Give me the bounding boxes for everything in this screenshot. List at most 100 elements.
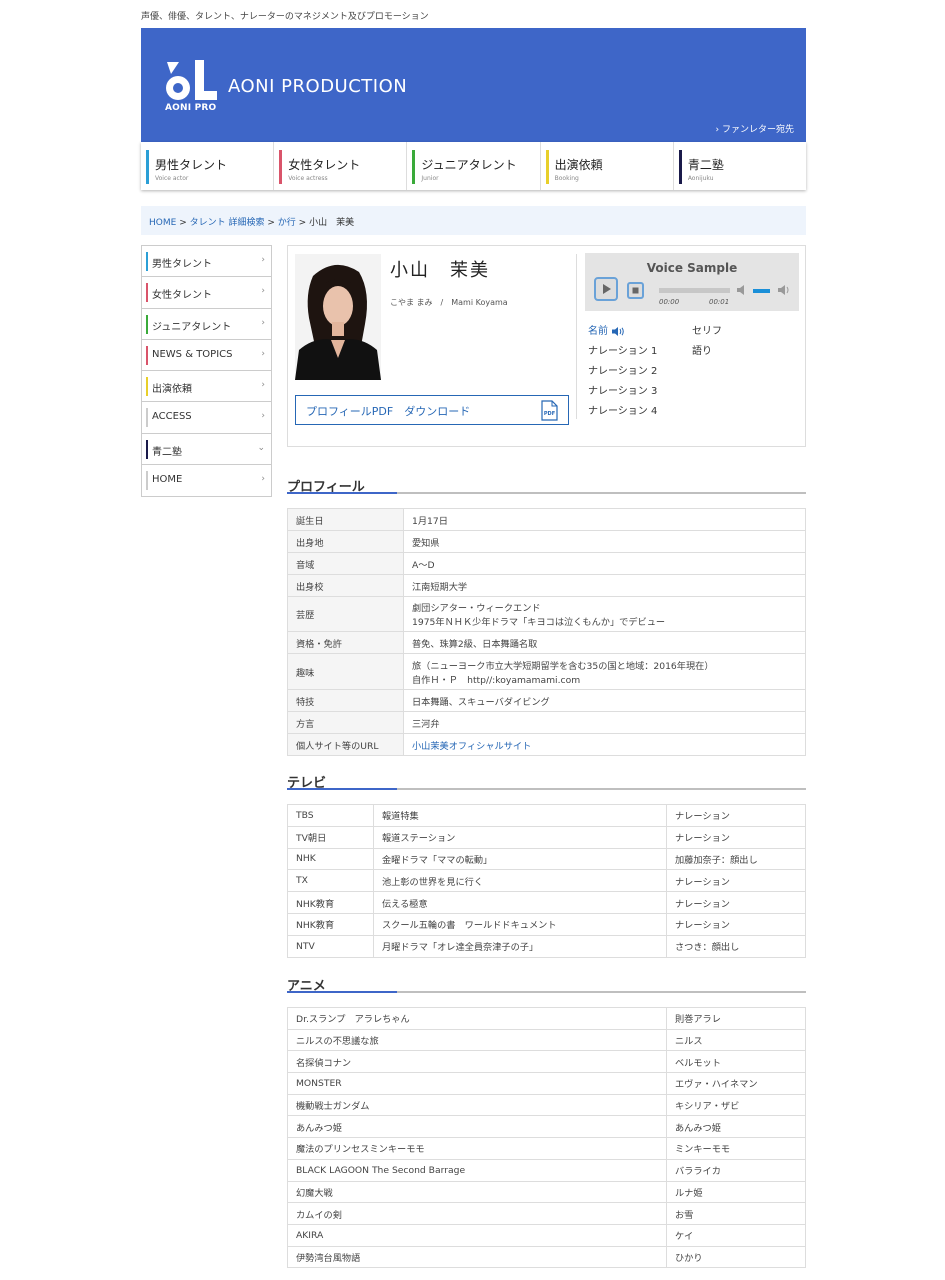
volume-mute-icon[interactable] — [737, 285, 747, 295]
side-item-female-talent[interactable]: 女性タレント › — [142, 277, 271, 309]
tv-section-heading: テレビ — [287, 772, 806, 791]
breadcrumb-row[interactable]: か行 — [278, 218, 296, 228]
side-item-home[interactable]: HOME › — [142, 465, 271, 496]
profile-value-line: 旅（ニューヨーク市立大学短期留学を含む35の国と地域：2016年現在） — [412, 660, 714, 672]
tv-role: 加藤加奈子：顔出し — [666, 847, 806, 871]
profile-key: 特技 — [287, 689, 404, 712]
sample-narration-4[interactable]: ナレーション 4 — [588, 402, 657, 422]
side-item-label: ジュニアタレント — [152, 321, 232, 333]
heading-accent — [287, 991, 397, 993]
table-row: 出身地 愛知県 — [287, 530, 806, 553]
anime-role: ベルモット — [666, 1050, 806, 1074]
table-row: 特技 日本舞踊、スキューバダイビング — [287, 689, 806, 712]
gnav-sublabel: Aonijuku — [687, 175, 714, 182]
anime-role: ひかり — [666, 1245, 806, 1269]
side-item-label: 青二塾 — [152, 446, 182, 458]
talent-reading: こやま まみ / Mami Koyama — [390, 298, 508, 307]
stop-icon — [632, 287, 639, 294]
table-row: 幻魔大戦 ルナ姫 — [287, 1180, 806, 1204]
tv-station: TV朝日 — [287, 825, 374, 849]
gnav-booking[interactable]: 出演依頼 Booking — [541, 142, 674, 190]
play-icon — [603, 284, 611, 294]
anime-title: 伊勢湾台風物語 — [287, 1245, 667, 1269]
volume-max-icon[interactable] — [778, 285, 790, 295]
chevron-right-icon: › — [261, 380, 265, 391]
profile-value: 三河弁 — [403, 711, 806, 734]
sample-name[interactable]: 名前 — [588, 322, 657, 342]
tv-program: 伝える極意 — [373, 891, 667, 914]
sample-katari[interactable]: 語り — [692, 342, 722, 362]
chevron-right-icon: › — [261, 286, 265, 297]
chevron-right-icon: › — [261, 317, 265, 328]
gnav-male-talent[interactable]: 男性タレント Voice actor — [141, 142, 275, 190]
table-row: 趣味 旅（ニューヨーク市立大学短期留学を含む35の国と地域：2016年現在） 自作Ｈ… — [287, 653, 806, 690]
table-row: 芸歴 劇団シアター・ウィークエンド 1975年ＮＨＫ少年ドラマ「キヨコは泣くもんか」… — [287, 596, 806, 632]
current-time: 00:00 — [659, 298, 680, 306]
table-row: NHK 金曜ドラマ「ママの転動」 加藤加奈子：顔出し — [287, 847, 806, 871]
table-row: TBS 報道特集 ナレーション — [287, 804, 806, 827]
chevron-down-icon: ⌄ — [257, 442, 265, 453]
seek-bar[interactable] — [659, 288, 730, 293]
pdf-file-icon: PDF — [541, 400, 558, 421]
profile-value: 普免、珠算2級、日本舞踊名取 — [403, 631, 806, 654]
anime-title: カムイの剣 — [287, 1202, 667, 1225]
side-item-access[interactable]: ACCESS › — [142, 402, 271, 434]
table-row: 誕生日 1月17日 — [287, 508, 806, 531]
gnav-color-bar — [146, 150, 149, 184]
side-item-aonijuku[interactable]: 青二塾 ⌄ — [142, 434, 271, 466]
gnav-sublabel: Voice actress — [288, 175, 328, 182]
breadcrumb-search[interactable]: タレント 詳細検索 — [190, 218, 265, 228]
side-item-junior-talent[interactable]: ジュニアタレント › — [142, 309, 271, 340]
anime-role: ケイ — [666, 1223, 806, 1247]
side-item-label: ACCESS — [152, 411, 192, 423]
play-button[interactable] — [594, 277, 618, 301]
site-header: AONI PRO AONI PRODUCTION › ファンレター宛先 — [141, 28, 806, 142]
breadcrumb-home[interactable]: HOME — [149, 218, 176, 228]
chevron-right-icon: › — [261, 411, 265, 422]
sample-serif[interactable]: セリフ — [692, 322, 722, 342]
gnav-sublabel: Booking — [554, 175, 579, 182]
gnav-aonijuku[interactable]: 青二塾 Aonijuku — [674, 142, 806, 190]
aoni-logo-icon[interactable] — [165, 58, 219, 102]
talent-name: 小山 茉美 — [390, 260, 490, 281]
stop-button[interactable] — [627, 282, 644, 299]
volume-bar[interactable] — [753, 289, 770, 293]
profile-value: 旅（ニューヨーク市立大学短期留学を含む35の国と地域：2016年現在） 自作Ｈ・Ｐ… — [403, 653, 806, 690]
gnav-junior-talent[interactable]: ジュニアタレント Junior — [407, 142, 541, 190]
gnav-color-bar — [279, 150, 283, 184]
fan-letter-link[interactable]: › ファンレター宛先 — [716, 122, 794, 135]
anime-role: ミンキーモモ — [666, 1137, 806, 1160]
tv-table: TBS 報道特集 ナレーション TV朝日 報道ステーション ナレーション NHK 金曜ドラ… — [287, 804, 806, 958]
breadcrumb-separator: > — [179, 218, 187, 228]
table-row: 資格・免許 普免、珠算2級、日本舞踊名取 — [287, 631, 806, 654]
anime-role: 則巻アラレ — [666, 1007, 806, 1030]
profile-key: 誕生日 — [287, 508, 404, 531]
table-row: TV朝日 報道ステーション ナレーション — [287, 825, 806, 849]
gnav-female-talent[interactable]: 女性タレント Voice actress — [274, 142, 408, 190]
table-row: TX 池上彰の世界を見に行く ナレーション — [287, 869, 806, 893]
anime-role: あんみつ姫 — [666, 1115, 806, 1139]
breadcrumb-current: 小山 茉美 — [309, 218, 355, 228]
sample-narration-3[interactable]: ナレーション 3 — [588, 382, 657, 402]
tv-station: NTV — [287, 934, 374, 958]
brand-name[interactable]: AONI PRODUCTION — [228, 76, 407, 97]
sample-narration-1[interactable]: ナレーション 1 — [588, 342, 657, 362]
anime-section-heading: アニメ — [287, 975, 806, 994]
gnav-label: 青二塾 — [687, 158, 724, 172]
table-row: 音域 A～D — [287, 552, 806, 575]
profile-section-heading: プロフィール — [287, 476, 806, 495]
gnav-label: 出演依頼 — [554, 158, 603, 172]
profile-pdf-download-button[interactable]: プロフィールPDF ダウンロード PDF — [295, 395, 569, 425]
side-item-male-talent[interactable]: 男性タレント › — [142, 246, 271, 278]
sample-narration-2[interactable]: ナレーション 2 — [588, 362, 657, 382]
side-item-news[interactable]: NEWS & TOPICS › — [142, 340, 271, 372]
official-site-link[interactable]: 小山茉美オフィシャルサイト — [412, 741, 531, 752]
side-item-label: NEWS & TOPICS — [152, 348, 233, 360]
fan-letter-label: ファンレター宛先 — [721, 125, 794, 135]
anime-title: 名探偵コナン — [287, 1050, 667, 1074]
anime-role: ニルス — [666, 1028, 806, 1052]
voice-sample-title: Voice Sample — [646, 261, 738, 275]
side-item-booking[interactable]: 出演依頼 › — [142, 371, 271, 403]
profile-value: 江南短期大学 — [403, 574, 806, 597]
profile-key: 個人サイト等のURL — [287, 733, 404, 756]
